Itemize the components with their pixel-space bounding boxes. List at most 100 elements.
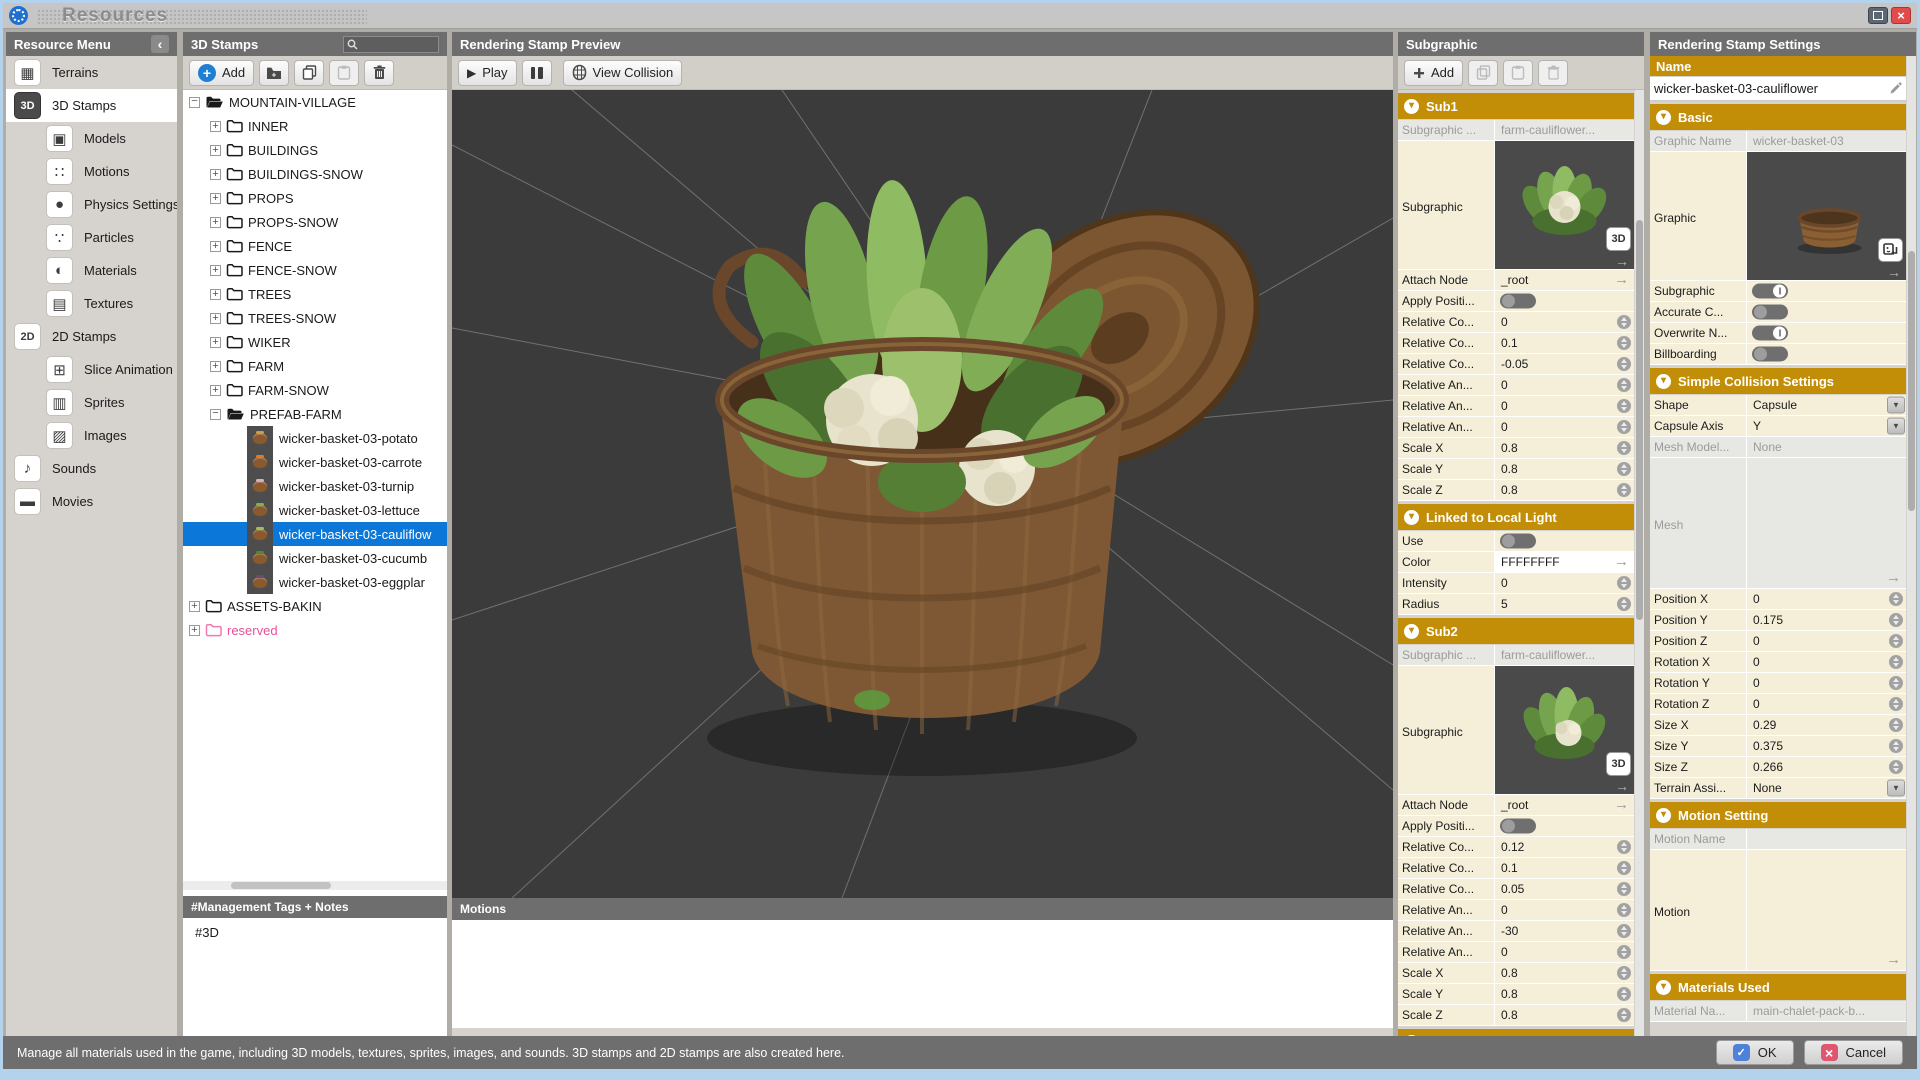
close-window-button[interactable] — [1891, 7, 1911, 24]
sidebar-item[interactable]: ▥ Sprites — [6, 386, 177, 419]
tree-row[interactable]: FARM-SNOW — [183, 378, 447, 402]
settings-scrollbar[interactable] — [1907, 56, 1916, 1036]
stepper-icon[interactable] — [1617, 861, 1631, 875]
graphic-preview[interactable] — [1747, 152, 1906, 280]
tree-expand-toggle[interactable] — [210, 313, 221, 324]
stepper-icon[interactable] — [1617, 840, 1631, 854]
property-row[interactable]: Material Na... main-chalet-pack-b... — [1650, 1001, 1906, 1022]
tree-row[interactable]: reserved — [183, 618, 447, 642]
sidebar-item[interactable]: ◐ Materials — [6, 254, 177, 287]
sidebar-item[interactable]: ● Physics Settings — [6, 188, 177, 221]
property-row[interactable]: Rotation Y 0 — [1650, 673, 1906, 694]
tree-row[interactable]: MOUNTAIN-VILLAGE — [183, 90, 447, 114]
sidebar-item[interactable]: 3D 3D Stamps — [6, 89, 177, 122]
stepper-icon[interactable] — [1889, 613, 1903, 627]
sidebar-item[interactable]: ⊞ Slice Animation — [6, 353, 177, 386]
property-row[interactable]: Relative An... 0 — [1398, 417, 1634, 438]
tree-row[interactable]: WIKER — [183, 330, 447, 354]
basic-section-header[interactable]: Basic — [1650, 104, 1906, 130]
dropdown-button[interactable] — [1887, 418, 1905, 435]
collision-section-header[interactable]: Simple Collision Settings — [1650, 368, 1906, 394]
stamps-search-input[interactable] — [361, 38, 435, 50]
property-row[interactable]: Color FFFFFFFF — [1398, 552, 1634, 573]
materials-section-header[interactable]: Materials Used — [1650, 974, 1906, 1000]
property-row[interactable]: Relative Co... 0.1 — [1398, 858, 1634, 879]
clipped-section-header[interactable]: Linked to Local Light (255,5... — [1398, 1029, 1634, 1036]
property-row[interactable]: Relative Co... 0.1 — [1398, 333, 1634, 354]
sub2-section-header[interactable]: Sub2 — [1398, 618, 1634, 644]
sidebar-item[interactable]: ♪ Sounds — [6, 452, 177, 485]
property-row[interactable]: Attach Node _root — [1398, 795, 1634, 816]
detail-arrow-icon[interactable] — [1615, 253, 1629, 269]
stepper-icon[interactable] — [1889, 718, 1903, 732]
property-row[interactable]: Relative An... -30 — [1398, 921, 1634, 942]
dropdown-button[interactable] — [1887, 397, 1905, 414]
property-row[interactable]: Terrain Assi... None — [1650, 778, 1906, 799]
sidebar-item[interactable]: ∵ Particles — [6, 221, 177, 254]
property-row[interactable]: Scale X 0.8 — [1398, 963, 1634, 984]
stepper-icon[interactable] — [1617, 597, 1631, 611]
copy-stamp-button[interactable] — [294, 60, 324, 86]
property-row[interactable]: Relative An... 0 — [1398, 900, 1634, 921]
tree-expand-toggle[interactable] — [210, 409, 221, 420]
property-row[interactable]: Radius 5 — [1398, 594, 1634, 615]
stepper-icon[interactable] — [1617, 882, 1631, 896]
detail-arrow-icon[interactable] — [1614, 796, 1629, 813]
property-row[interactable]: Rotation X 0 — [1650, 652, 1906, 673]
ok-button[interactable]: OK — [1716, 1040, 1794, 1065]
window-titlebar[interactable]: Resources — [3, 3, 1917, 29]
property-row[interactable]: Size Z 0.266 — [1650, 757, 1906, 778]
property-row[interactable]: Intensity 0 — [1398, 573, 1634, 594]
property-row[interactable]: Position Y 0.175 — [1650, 610, 1906, 631]
tree-row[interactable]: FARM — [183, 354, 447, 378]
stepper-icon[interactable] — [1617, 945, 1631, 959]
property-row[interactable]: Relative Co... 0 — [1398, 312, 1634, 333]
stepper-icon[interactable] — [1617, 462, 1631, 476]
stamps-search-box[interactable] — [343, 36, 439, 53]
detail-arrow-icon[interactable] — [1886, 569, 1901, 586]
stepper-icon[interactable] — [1617, 1008, 1631, 1022]
property-row[interactable]: Billboarding — [1650, 344, 1906, 365]
tags-notes-area[interactable]: #3D — [183, 918, 447, 1036]
detail-arrow-icon[interactable] — [1614, 271, 1629, 288]
sidebar-item[interactable]: ▤ Textures — [6, 287, 177, 320]
stamp-name-field[interactable] — [1650, 77, 1906, 101]
stepper-icon[interactable] — [1889, 697, 1903, 711]
tree-expand-toggle[interactable] — [210, 145, 221, 156]
stepper-icon[interactable] — [1617, 966, 1631, 980]
new-folder-button[interactable]: + — [259, 60, 289, 86]
toggle-switch[interactable] — [1752, 284, 1788, 299]
stepper-icon[interactable] — [1617, 378, 1631, 392]
sidebar-item[interactable]: ▣ Models — [6, 122, 177, 155]
3d-viewport[interactable] — [452, 90, 1393, 898]
sub1-section-header[interactable]: Sub1 — [1398, 93, 1634, 119]
property-row[interactable]: Scale Z 0.8 — [1398, 480, 1634, 501]
motion-section-header[interactable]: Motion Setting — [1650, 802, 1906, 828]
property-row[interactable]: Relative An... 0 — [1398, 942, 1634, 963]
dropdown-button[interactable] — [1887, 780, 1905, 797]
cancel-button[interactable]: Cancel — [1804, 1040, 1903, 1065]
tree-horizontal-scrollbar[interactable] — [183, 881, 447, 890]
tree-row[interactable]: wicker-basket-03-eggplar — [183, 570, 447, 594]
property-row[interactable]: Scale Y 0.8 — [1398, 459, 1634, 480]
stepper-icon[interactable] — [1617, 576, 1631, 590]
property-row[interactable]: Subgraphic ... farm-cauliflower... — [1398, 120, 1634, 141]
property-row[interactable]: Position X 0 — [1650, 589, 1906, 610]
tree-row[interactable]: PROPS-SNOW — [183, 210, 447, 234]
tree-row[interactable]: FENCE — [183, 234, 447, 258]
tree-row[interactable]: TREES-SNOW — [183, 306, 447, 330]
property-row[interactable]: Capsule Axis Y — [1650, 416, 1906, 437]
property-row[interactable]: Scale Y 0.8 — [1398, 984, 1634, 1005]
tree-expand-toggle[interactable] — [189, 601, 200, 612]
tree-expand-toggle[interactable] — [210, 385, 221, 396]
tree-expand-toggle[interactable] — [210, 361, 221, 372]
stepper-icon[interactable] — [1617, 399, 1631, 413]
stepper-icon[interactable] — [1889, 655, 1903, 669]
detail-arrow-icon[interactable] — [1886, 951, 1901, 968]
property-row[interactable]: Scale Z 0.8 — [1398, 1005, 1634, 1026]
edit-pencil-icon[interactable] — [1889, 82, 1902, 95]
sidebar-item[interactable]: ▬ Movies — [6, 485, 177, 518]
stepper-icon[interactable] — [1889, 634, 1903, 648]
detail-arrow-icon[interactable] — [1615, 778, 1629, 794]
tree-row[interactable]: ASSETS-BAKIN — [183, 594, 447, 618]
